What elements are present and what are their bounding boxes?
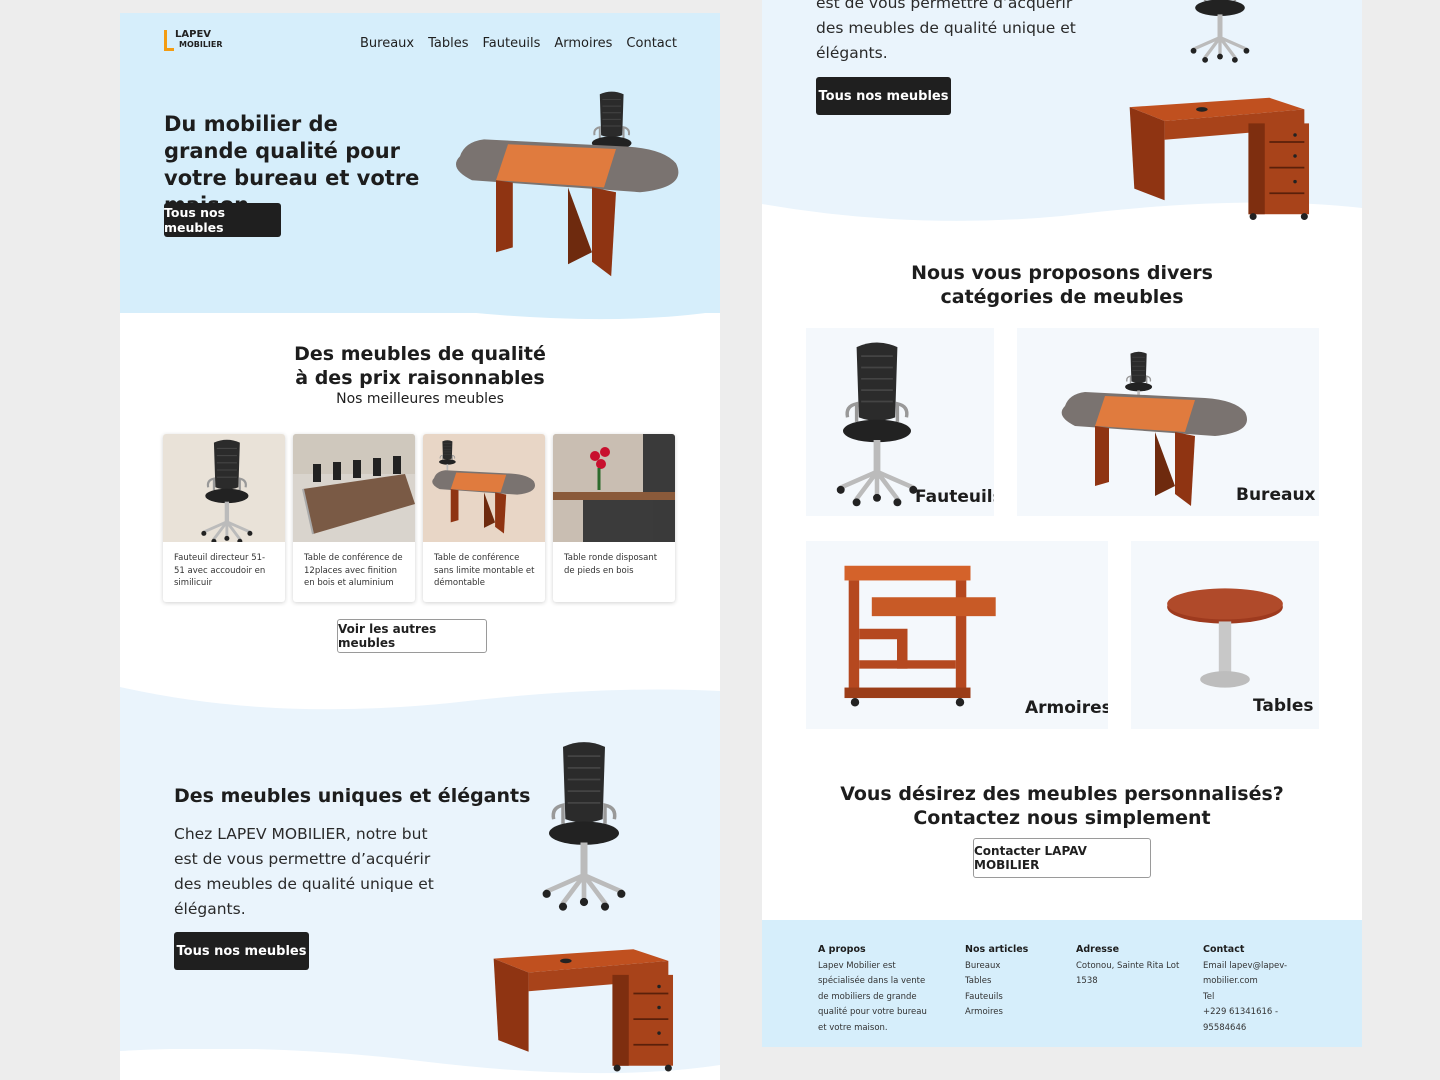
- footer-address-heading: Adresse: [1076, 944, 1120, 955]
- footer-about-heading: A propos: [818, 944, 866, 955]
- hero-cta-button[interactable]: Tous nos meubles: [164, 203, 281, 237]
- unique-chair-image-right: [1188, 0, 1252, 64]
- landing-page-preview-right: est de vous permettre d’acquérir des meu…: [762, 0, 1362, 1047]
- category-card-tables[interactable]: Tables: [1131, 541, 1319, 729]
- custom-title-line1: Vous désirez des meubles personnalisés?: [840, 783, 1284, 805]
- product-cards: Fauteuil directeur 51-51 avec accoudoir …: [163, 434, 675, 602]
- footer-link-fauteuils[interactable]: Fauteuils: [965, 990, 1045, 1006]
- footer-tel-label: Tel: [1203, 991, 1215, 1002]
- product-name: Table de conférence de 12places avec fin…: [304, 553, 403, 589]
- product-image-conference-room: [293, 434, 415, 542]
- logo-line2: MOBILIER: [179, 40, 223, 49]
- product-name: Table ronde disposant de pieds en bois: [564, 553, 658, 576]
- unique-cta-button[interactable]: Tous nos meubles: [174, 932, 309, 970]
- footer-address: Adresse Cotonou, Sainte Rita Lot 1538: [1076, 942, 1182, 990]
- unique-text: Chez LAPEV MOBILIER, notre but est de vo…: [174, 825, 434, 918]
- footer-link-armoires[interactable]: Armoires: [965, 1005, 1045, 1021]
- product-image-round-table: [553, 434, 675, 542]
- nav-link-fauteuils[interactable]: Fauteuils: [483, 36, 541, 51]
- brand-logo[interactable]: LAPEV MOBILIER: [164, 29, 223, 51]
- nav-link-tables[interactable]: Tables: [428, 36, 468, 51]
- quality-subtitle: Nos meilleures meubles: [336, 391, 504, 407]
- categories-title-line1: Nous vous proposons divers: [911, 262, 1213, 284]
- category-card-armoires[interactable]: Armoires: [806, 541, 1108, 729]
- product-card[interactable]: Table de conférence sans limite montable…: [423, 434, 545, 602]
- category-card-fauteuils[interactable]: Fauteuils: [806, 328, 994, 516]
- nav-link-contact[interactable]: Contact: [626, 36, 677, 51]
- category-label: Fauteuils: [915, 487, 994, 507]
- product-card[interactable]: Table ronde disposant de pieds en bois: [553, 434, 675, 602]
- footer-articles-heading: Nos articles: [965, 944, 1029, 955]
- product-card[interactable]: Fauteuil directeur 51-51 avec accoudoir …: [163, 434, 285, 602]
- unique-desk-image: [492, 948, 674, 1073]
- categories-title-line2: catégories de meubles: [940, 286, 1184, 308]
- unique-chair-image: [528, 733, 640, 917]
- logo-line1: LAPEV: [175, 29, 212, 40]
- logo-mark-icon: [164, 30, 174, 51]
- category-label: Tables: [1253, 696, 1314, 716]
- footer-contact: Contact Email lapev@lapev-mobilier.com T…: [1203, 942, 1323, 1036]
- category-label: Armoires: [1025, 698, 1108, 718]
- footer-link-tables[interactable]: Tables: [965, 974, 1045, 990]
- product-name: Fauteuil directeur 51-51 avec accoudoir …: [174, 553, 266, 589]
- custom-title-line2: Contactez nous simplement: [913, 807, 1211, 829]
- main-nav: Bureaux Tables Fauteuils Armoires Contac…: [360, 36, 677, 51]
- footer-tel[interactable]: +229 61341616 - 95584646: [1203, 1005, 1323, 1036]
- quality-title-line2: à des prix raisonnables: [295, 367, 545, 389]
- band-wave: [120, 687, 720, 721]
- footer-contact-heading: Contact: [1203, 944, 1245, 955]
- quality-title-line1: Des meubles de qualité: [294, 343, 546, 365]
- footer-about-text: Lapev Mobilier est spécialisée dans la v…: [818, 960, 927, 1033]
- unique-title: Des meubles uniques et élégants: [174, 785, 531, 807]
- footer-address-text: Cotonou, Sainte Rita Lot 1538: [1076, 960, 1180, 987]
- hero-conference-table-image: [456, 90, 679, 277]
- footer-about: A propos Lapev Mobilier est spécialisée …: [818, 942, 938, 1036]
- landing-page-preview-left: LAPEV MOBILIER Bureaux Tables Fauteuils …: [120, 13, 720, 1080]
- product-name: Table de conférence sans limite montable…: [434, 553, 535, 589]
- product-image-conference-table: [423, 434, 545, 542]
- footer: A propos Lapev Mobilier est spécialisée …: [762, 920, 1362, 1047]
- unique-text-cropped: est de vous permettre d’acquérir des meu…: [816, 0, 1076, 62]
- armoire-image: [844, 565, 996, 707]
- product-card[interactable]: Table de conférence de 12places avec fin…: [293, 434, 415, 602]
- fauteuil-image: [822, 338, 932, 508]
- footer-link-bureaux[interactable]: Bureaux: [965, 959, 1045, 975]
- footer-articles: Nos articles Bureaux Tables Fauteuils Ar…: [965, 942, 1045, 1021]
- product-image-chair: [163, 434, 285, 542]
- hero-wave: [120, 289, 720, 320]
- contact-button[interactable]: Contacter LAPAV MOBILIER: [973, 838, 1151, 878]
- category-card-bureaux[interactable]: Bureaux: [1017, 328, 1319, 516]
- bureau-image: [1061, 350, 1247, 506]
- nav-link-bureaux[interactable]: Bureaux: [360, 36, 414, 51]
- unique-cta-button-right[interactable]: Tous nos meubles: [816, 77, 951, 115]
- more-products-button[interactable]: Voir les autres meubles: [337, 619, 487, 653]
- unique-desk-image-right: [1128, 96, 1310, 221]
- nav-link-armoires[interactable]: Armoires: [554, 36, 612, 51]
- table-image: [1167, 588, 1283, 688]
- footer-email[interactable]: Email lapev@lapev-mobilier.com: [1203, 959, 1323, 990]
- category-label: Bureaux: [1236, 485, 1316, 505]
